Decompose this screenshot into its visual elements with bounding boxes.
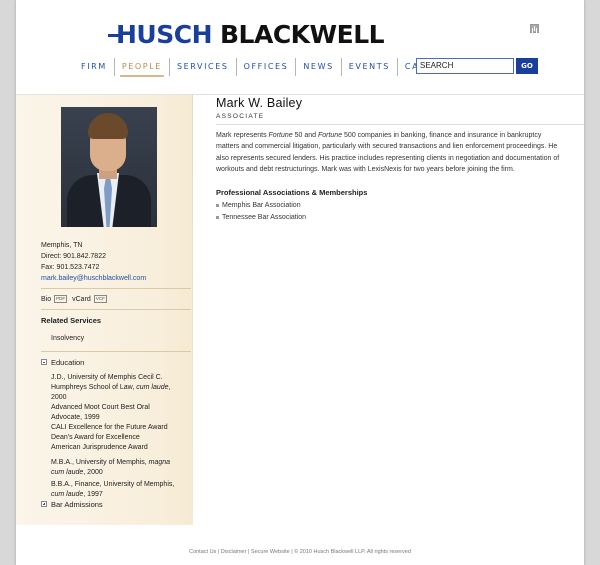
logo-part-husch: HUSCH [116, 20, 213, 49]
fax-number: Fax: 901.523.7472 [41, 264, 100, 271]
related-service-insolvency[interactable]: Insolvency [51, 333, 84, 344]
bar-admissions-heading[interactable]: Bar Admissions [51, 499, 103, 510]
related-services-heading: Related Services [41, 316, 102, 325]
logo-part-blackwell: BLACKWELL [220, 20, 385, 49]
husch-blackwell-logo[interactable]: HUSCH BLACKWELL [116, 20, 385, 50]
nav-offices[interactable]: OFFICES [237, 58, 297, 76]
sidebar-divider [41, 288, 191, 289]
sidebar-divider [41, 351, 191, 352]
pdf-icon[interactable]: PDF [54, 295, 68, 304]
edu-mba-line2: cum laude, 2000 [51, 469, 103, 476]
edu-jd-line2: Humphreys School of Law, cum laude, [51, 384, 171, 391]
nav-services[interactable]: SERVICES [170, 58, 237, 76]
bullet-icon [216, 215, 219, 219]
content-divider [216, 124, 584, 125]
direct-phone: Direct: 901.842.7822 [41, 253, 106, 260]
nav-news[interactable]: NEWS [296, 58, 342, 76]
downloads-row: Bio PDF vCard VCF [41, 294, 112, 305]
profile-photo [61, 107, 157, 227]
bio-link[interactable]: Bio [41, 296, 51, 303]
email-link[interactable]: mark.bailey@huschblackwell.com [41, 273, 146, 284]
person-title: ASSOCIATE [216, 113, 265, 120]
bio-paragraph: Mark represents Fortune 50 and Fortune 5… [216, 132, 560, 173]
vcard-icon[interactable]: VCF [93, 295, 107, 304]
print-icon[interactable] [530, 24, 539, 33]
bullet-icon [216, 203, 219, 207]
education-heading[interactable]: Education [51, 357, 84, 368]
nav-events[interactable]: EVENTS [342, 58, 398, 76]
expand-toggle-icon[interactable] [41, 501, 47, 507]
association-item: Memphis Bar Association [216, 202, 301, 209]
sidebar-divider [41, 309, 191, 310]
page: HUSCH BLACKWELL FIRM PEOPLE SERVICES OFFI… [16, 0, 584, 565]
collapse-toggle-icon[interactable] [41, 359, 47, 365]
footer[interactable]: Contact Us | Disclaimer | Secure Website… [16, 549, 584, 555]
search-input[interactable]: SEARCH [416, 58, 514, 74]
office-city: Memphis, TN [41, 242, 83, 249]
person-name: Mark W. Bailey [216, 96, 303, 110]
main-nav: FIRM PEOPLE SERVICES OFFICES NEWS EVENTS… [74, 58, 461, 77]
search-go-button[interactable]: GO [516, 58, 538, 74]
associations-heading: Professional Associations & Memberships [216, 188, 368, 197]
nav-firm[interactable]: FIRM [74, 58, 115, 76]
edu-honor4: American Jurisprudence Award [51, 444, 148, 451]
vcard-link[interactable]: vCard [72, 296, 91, 303]
nav-people[interactable]: PEOPLE [115, 58, 170, 77]
association-item: Tennessee Bar Association [216, 214, 306, 221]
profile-sidebar: Memphis, TN Direct: 901.842.7822 Fax: 90… [16, 95, 193, 525]
